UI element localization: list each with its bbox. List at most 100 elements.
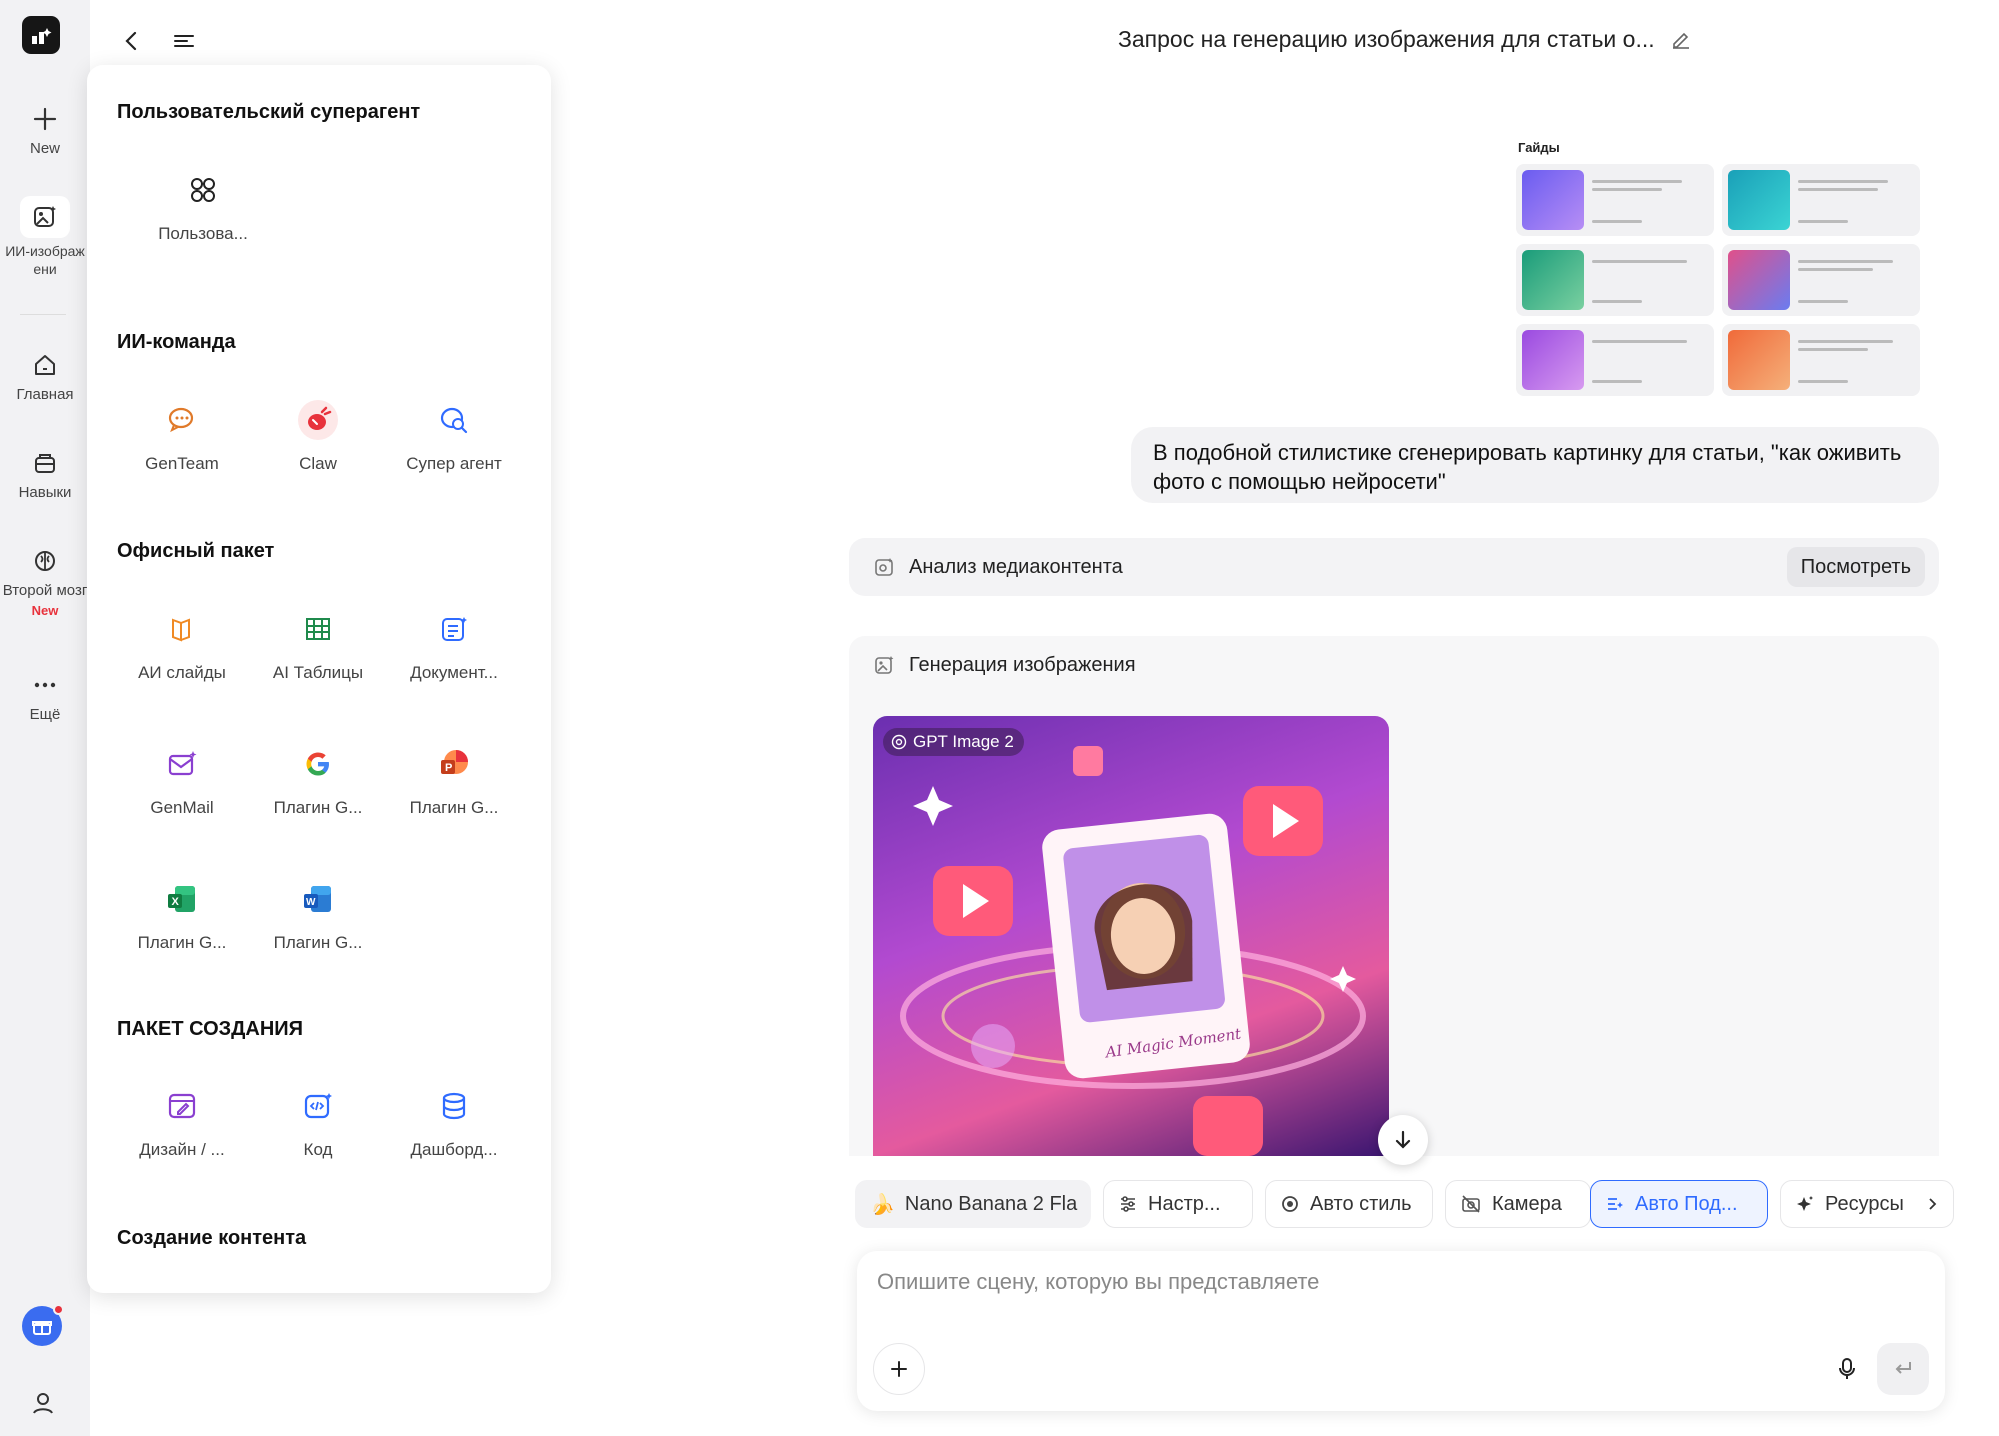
rail-second-brain-label: Второй мозг [2,582,88,599]
microphone-button[interactable] [1821,1343,1873,1395]
auto-prompt-chip[interactable]: Авто Под... [1590,1180,1768,1228]
app-label: Дизайн / ... [139,1140,225,1159]
rail-more[interactable]: Ещё [0,670,90,724]
camera-chip[interactable]: Камера [1445,1180,1591,1228]
app-custom[interactable]: Пользова... [138,170,268,244]
rail-second-brain[interactable]: Второй мозг New [0,546,90,620]
app-genmail[interactable]: GenMail [117,744,247,818]
section-title-creation: ПАКЕТ СОЗДАНИЯ [117,1018,304,1040]
app-docs[interactable]: Документ... [389,609,519,683]
profile-button[interactable] [26,1386,60,1420]
svg-text:W: W [306,897,316,908]
app-word-plugin[interactable]: W Плагин G... [253,879,383,953]
rail-ai-images[interactable]: ИИ-изображени [0,196,90,278]
rail-home[interactable]: Главная [0,350,90,404]
step-label: Генерация изображения [909,653,1136,676]
notification-dot [53,1304,64,1315]
section-title-ai-team: ИИ-команда [117,331,236,353]
send-button[interactable] [1877,1343,1929,1395]
chat-icon [162,400,202,440]
model-badge: GPT Image 2 [883,728,1024,756]
rail-new-label: New [29,140,60,157]
app-label: Код [303,1140,333,1159]
app-design[interactable]: Дизайн / ... [117,1086,247,1160]
skills-icon [35,454,55,473]
image-gen-icon [34,206,56,227]
add-attachment-button[interactable] [873,1343,925,1395]
code-icon [298,1086,338,1126]
app-label: Супер агент [406,454,502,473]
image-gen-icon [875,656,894,674]
logo-icon [32,28,52,44]
google-icon [298,744,338,784]
rail-home-label: Главная [16,386,74,403]
scroll-down-button[interactable] [1378,1115,1428,1165]
app-claw[interactable]: Claw [253,400,383,474]
brain-icon [35,551,55,571]
mail-icon [162,744,202,784]
app-ai-slides[interactable]: АИ слайды [117,609,247,683]
app-label: Claw [299,454,337,473]
rail-skills[interactable]: Навыки [0,448,90,502]
app-logo[interactable] [22,16,60,54]
guide-card [1722,324,1920,396]
rail-divider [20,314,66,315]
chevron-right-icon[interactable] [1924,1196,1940,1212]
chip-label: Авто стиль [1310,1192,1412,1215]
edit-title-button[interactable] [1670,28,1692,55]
camera-off-icon [1462,1195,1480,1213]
svg-text:X: X [172,896,180,908]
resources-chip[interactable]: Ресурсы [1780,1180,1954,1228]
style-icon [1282,1196,1298,1212]
database-icon [434,1086,474,1126]
table-icon [298,609,338,649]
conversation-title: Запрос на генерацию изображения для стат… [1118,26,1655,52]
prompt-input[interactable] [877,1269,1777,1295]
app-label: Плагин G... [273,933,363,952]
step-image-generation[interactable]: Генерация изображения [849,636,1939,694]
menu-icon [174,35,194,47]
app-dashboard[interactable]: Дашборд... [389,1086,519,1160]
rail-new-button[interactable]: New [0,104,90,158]
chip-label: Ресурсы [1825,1192,1904,1215]
model-select-chip[interactable]: 🍌 Nano Banana 2 Fla [855,1180,1091,1228]
chip-label: Настр... [1148,1192,1221,1215]
app-label: Плагин G... [137,933,227,952]
app-label: AI Таблицы [272,663,364,682]
app-label: Плагин G... [273,798,363,817]
excel-icon: X [162,879,202,919]
guides-title: Гайды [1518,140,1560,155]
gift-button[interactable] [22,1304,64,1346]
app-super-agent[interactable]: Супер агент [389,400,519,474]
app-powerpoint-plugin[interactable]: P Плагин G... [389,744,519,818]
menu-button[interactable] [167,24,201,58]
app-code[interactable]: Код [253,1086,383,1160]
back-button[interactable] [115,24,149,58]
app-label: Плагин G... [409,798,499,817]
guide-card [1516,164,1714,236]
app-label: АИ слайды [138,663,226,682]
design-icon [162,1086,202,1126]
app-label: Пользова... [158,224,248,243]
app-ai-tables[interactable]: AI Таблицы [253,609,383,683]
svg-text:P: P [445,762,452,774]
auto-style-chip[interactable]: Авто стиль [1265,1180,1433,1228]
settings-chip[interactable]: Настр... [1103,1180,1253,1228]
section-title-content: Создание контента [117,1227,307,1249]
chip-label: Nano Banana 2 Fla [904,1192,1078,1215]
arrow-down-icon [1395,1130,1411,1149]
plus-icon [891,1361,907,1377]
view-button[interactable]: Посмотреть [1786,547,1925,587]
step-media-analysis[interactable]: Анализ медиаконтента Посмотреть [849,538,1939,596]
home-icon [35,355,55,375]
sliders-icon [1121,1196,1135,1212]
attached-guides-image[interactable]: Гайды [1508,136,1928,398]
app-excel-plugin[interactable]: X Плагин G... [117,879,247,953]
app-genteam[interactable]: GenTeam [117,400,247,474]
model-badge-label: GPT Image 2 [913,732,1014,751]
section-title-custom-agent: Пользовательский суперагент [117,101,421,123]
plus-icon [33,107,57,131]
generated-image[interactable]: GPT Image 2 AI Magic Moment [873,716,1389,1156]
app-label: GenTeam [145,454,219,473]
app-google-plugin[interactable]: Плагин G... [253,744,383,818]
